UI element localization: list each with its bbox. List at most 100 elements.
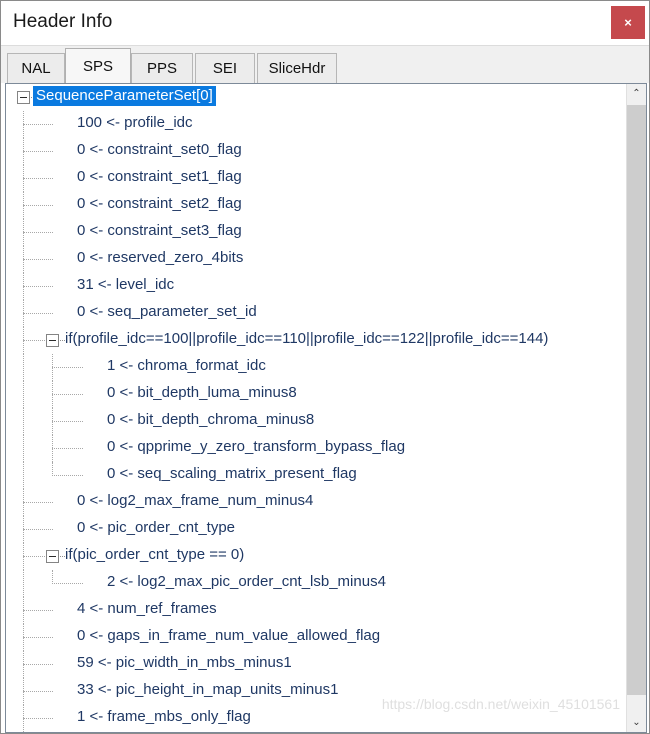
tree-connector-line — [23, 718, 53, 720]
tree-row-label: 1 <- frame_mbs_only_flag — [77, 708, 251, 725]
tab-slicehdr[interactable]: SliceHdr — [257, 53, 337, 83]
tree-row-label: 0 <- constraint_set2_flag — [77, 195, 242, 212]
tab-sei[interactable]: SEI — [195, 53, 255, 83]
collapse-node-icon[interactable] — [46, 334, 59, 347]
tab-sps[interactable]: SPS — [65, 48, 131, 83]
tree-row-label: 0 <- pic_order_cnt_type — [77, 519, 236, 536]
tree-guide-line — [52, 462, 54, 476]
tree-row[interactable]: 0 <- constraint_set0_flag — [6, 138, 627, 165]
window-titlebar: Header Info × — [1, 1, 649, 46]
tree-row[interactable]: 0 <- qpprime_y_zero_transform_bypass_fla… — [6, 435, 627, 462]
tree-row[interactable]: 0 <- seq_parameter_set_id — [6, 300, 627, 327]
tree-row[interactable]: 33 <- pic_height_in_map_units_minus1 — [6, 678, 627, 705]
tree-connector-line — [52, 394, 83, 396]
window-title: Header Info — [13, 11, 113, 32]
tree-row-label: 0 <- seq_scaling_matrix_present_flag — [107, 465, 357, 482]
tree-connector-line — [23, 502, 53, 504]
tree-row[interactable]: 4 <- num_ref_frames — [6, 597, 627, 624]
tree-connector-line — [23, 151, 53, 153]
tree-row[interactable]: 2 <- log2_max_pic_order_cnt_lsb_minus4 — [6, 570, 627, 597]
tree-row-label: if(pic_order_cnt_type == 0) — [65, 546, 245, 563]
tree-row[interactable]: 0 <- bit_depth_chroma_minus8 — [6, 408, 627, 435]
tree-connector-line — [52, 421, 83, 423]
tree-row[interactable]: 0 <- log2_max_frame_num_minus4 — [6, 489, 627, 516]
tree-connector-line — [52, 448, 83, 450]
tree-row-label: 0 <- seq_parameter_set_id — [77, 303, 257, 320]
tree-row-label: 4 <- num_ref_frames — [77, 600, 217, 617]
tree-row[interactable]: 0 <- bit_depth_luma_minus8 — [6, 381, 627, 408]
tree-connector-line — [23, 205, 53, 207]
tree-row[interactable]: 31 <- level_idc — [6, 273, 627, 300]
tab-label: SliceHdr — [268, 60, 326, 77]
collapse-node-icon[interactable] — [46, 550, 59, 563]
tree-guide-line — [23, 381, 25, 408]
tree-row[interactable]: SequenceParameterSet[0] — [6, 84, 627, 111]
tree-connector-line — [23, 286, 53, 288]
tree-row[interactable]: 0 <- constraint_set2_flag — [6, 192, 627, 219]
tree-connector-line — [23, 232, 53, 234]
tree-row-label: 0 <- bit_depth_chroma_minus8 — [107, 411, 315, 428]
tree-row-label: 59 <- pic_width_in_mbs_minus1 — [77, 654, 292, 671]
tree-row-label: 0 <- reserved_zero_4bits — [77, 249, 244, 266]
tree-row[interactable]: 100 <- profile_idc — [6, 111, 627, 138]
tab-label: PPS — [146, 60, 177, 77]
tree-row[interactable]: if(pic_order_cnt_type == 0) — [6, 543, 627, 570]
scroll-down-arrow-icon[interactable]: ⌄ — [627, 713, 646, 732]
tree-row[interactable]: 1 <- chroma_format_idc — [6, 354, 627, 381]
tree-connector-line — [23, 691, 53, 693]
tab-label: NAL — [21, 60, 51, 77]
tree-row[interactable]: 0 <- reserved_zero_4bits — [6, 246, 627, 273]
tree-connector-line — [23, 610, 53, 612]
tab-label: SPS — [82, 57, 113, 75]
tree-connector-line — [52, 367, 83, 369]
collapse-node-icon[interactable] — [17, 91, 30, 104]
tree-guide-line — [23, 462, 25, 489]
scrollbar-thumb[interactable] — [627, 105, 646, 695]
tree-row-label: 0 <- qpprime_y_zero_transform_bypass_fla… — [107, 438, 406, 455]
vertical-scrollbar[interactable]: ⌃ ⌄ — [626, 84, 646, 732]
tree-row[interactable]: 0 <- pic_order_cnt_type — [6, 516, 627, 543]
tree-row-label: 0 <- constraint_set3_flag — [77, 222, 242, 239]
tree-row-label: if(profile_idc==100||profile_idc==110||p… — [65, 330, 549, 347]
tab-pps[interactable]: PPS — [131, 53, 193, 83]
tree-connector-line — [23, 124, 53, 126]
tree-row-label: 0 <- constraint_set0_flag — [77, 141, 242, 158]
tree-row[interactable]: 0 <- gaps_in_frame_num_value_allowed_fla… — [6, 624, 627, 651]
tree-guide-line — [23, 408, 25, 435]
tree-panel: SequenceParameterSet[0] 100 <- profile_id… — [5, 83, 647, 733]
tree-connector-line — [52, 583, 83, 585]
tree-connector-line — [23, 637, 53, 639]
tree-row-label: 33 <- pic_height_in_map_units_minus1 — [77, 681, 339, 698]
tree-row-label: 0 <- bit_depth_luma_minus8 — [107, 384, 297, 401]
tree-connector-line — [23, 259, 53, 261]
tree-row[interactable]: 0 <- constraint_set3_flag — [6, 219, 627, 246]
tree-row-label: 1 <- chroma_format_idc — [107, 357, 266, 374]
tree-row-label: 100 <- profile_idc — [77, 114, 193, 131]
tree-row[interactable]: 1 <- frame_mbs_only_flag — [6, 705, 627, 732]
tree-connector-line — [23, 313, 53, 315]
tree-row-label: 0 <- log2_max_frame_num_minus4 — [77, 492, 314, 509]
tree-guide-line — [52, 570, 54, 584]
tree-connector-line — [23, 529, 53, 531]
tree-row-label: 2 <- log2_max_pic_order_cnt_lsb_minus4 — [107, 573, 386, 590]
tab-nal[interactable]: NAL — [7, 53, 65, 83]
tree-connector-line — [23, 664, 53, 666]
tree-row[interactable]: 0 <- constraint_set1_flag — [6, 165, 627, 192]
tree-connector-line — [23, 178, 53, 180]
tree-row-label: 0 <- constraint_set1_flag — [77, 168, 242, 185]
tree-guide-line — [23, 354, 25, 381]
tree-guide-line — [23, 435, 25, 462]
tree-row-label: 0 <- gaps_in_frame_num_value_allowed_fla… — [77, 627, 381, 644]
tree-connector-line — [52, 475, 83, 477]
header-info-tree[interactable]: SequenceParameterSet[0] 100 <- profile_id… — [6, 84, 627, 732]
tab-strip: NAL SPS PPS SEI SliceHdr — [1, 46, 649, 83]
tree-row-label: 31 <- level_idc — [77, 276, 175, 293]
tree-row[interactable]: if(profile_idc==100||profile_idc==110||p… — [6, 327, 627, 354]
scroll-up-arrow-icon[interactable]: ⌃ — [627, 84, 646, 103]
close-icon[interactable]: × — [611, 6, 645, 39]
header-info-window: Header Info × NAL SPS PPS SEI SliceHdr Seque… — [0, 0, 650, 734]
tab-label: SEI — [212, 60, 238, 77]
tree-guide-line — [23, 570, 25, 597]
tree-row[interactable]: 0 <- seq_scaling_matrix_present_flag — [6, 462, 627, 489]
tree-row[interactable]: 59 <- pic_width_in_mbs_minus1 — [6, 651, 627, 678]
